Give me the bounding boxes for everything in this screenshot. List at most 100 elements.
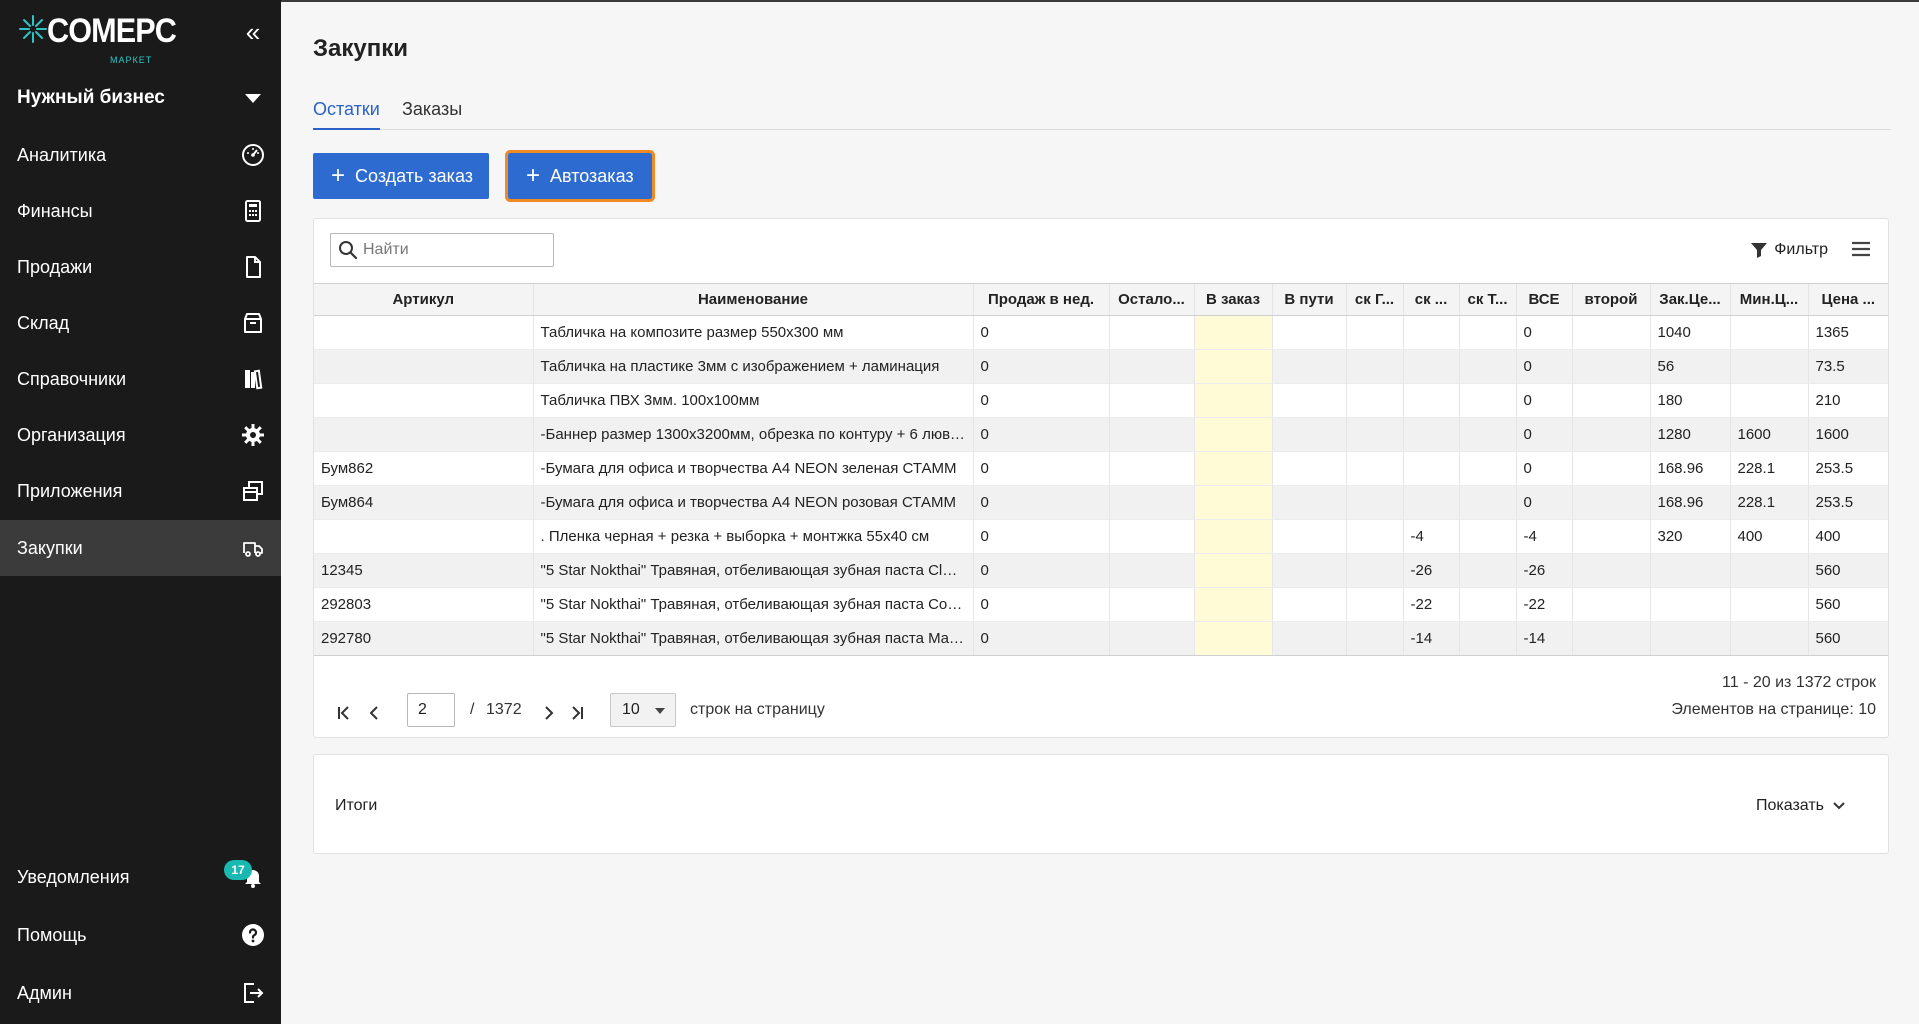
sidebar-item-label: Помощь xyxy=(17,925,87,945)
sidebar-item-purchases[interactable]: Закупки xyxy=(0,520,281,576)
tab-stock[interactable]: Остатки xyxy=(313,96,380,130)
table-cell: -14 xyxy=(1515,621,1572,656)
table-cell: 0 xyxy=(972,417,1109,452)
business-selector[interactable]: Нужный бизнес xyxy=(0,78,281,118)
table-cell xyxy=(1571,349,1650,384)
table-cell xyxy=(1271,587,1346,622)
column-header[interactable]: Остало... xyxy=(1108,283,1194,316)
table-cell xyxy=(1649,621,1730,656)
table-cell: 12345 xyxy=(314,553,533,588)
table-cell xyxy=(1402,383,1459,418)
column-header[interactable]: ск Г... xyxy=(1345,283,1403,316)
sidebar-item-organization[interactable]: Организация xyxy=(0,407,281,463)
table-cell: 56 xyxy=(1649,349,1730,384)
table-cell xyxy=(1108,383,1194,418)
table-row[interactable]: 292803 "5 Star Nokthai" Травяная, отбелив… xyxy=(314,587,1888,622)
column-header[interactable]: Мин.Ц... xyxy=(1729,283,1808,316)
order-qty-cell[interactable] xyxy=(1193,485,1272,520)
column-header[interactable]: Цена ... xyxy=(1807,283,1888,316)
sidebar-item-admin[interactable]: Админ xyxy=(0,965,281,1021)
column-header[interactable]: ск Т... xyxy=(1458,283,1516,316)
table-row[interactable]: -Баннер размер 1300х3200мм, обрезка по к… xyxy=(314,417,1888,452)
table-cell xyxy=(1458,485,1516,520)
order-qty-cell[interactable] xyxy=(1193,315,1272,350)
auto-order-label: Автозаказ xyxy=(550,166,634,186)
logout-icon xyxy=(241,981,265,1005)
create-order-button[interactable]: + Создать заказ xyxy=(313,153,489,199)
table-cell xyxy=(1649,553,1730,588)
main-content: Закупки Остатки Заказы + Создать заказ + А… xyxy=(281,0,1919,1024)
table-cell xyxy=(1571,485,1650,520)
last-page-icon[interactable] xyxy=(567,703,587,723)
table-cell xyxy=(1729,587,1808,622)
logo-star-icon xyxy=(19,15,47,43)
table-cell xyxy=(1108,553,1194,588)
next-page-icon[interactable] xyxy=(539,703,559,723)
columns-menu-icon[interactable] xyxy=(1850,239,1872,259)
sidebar-item-sales[interactable]: Продажи xyxy=(0,239,281,295)
table-cell xyxy=(1729,553,1808,588)
filter-icon xyxy=(1751,243,1768,258)
order-qty-cell[interactable] xyxy=(1193,519,1272,554)
order-qty-cell[interactable] xyxy=(1193,349,1272,384)
order-qty-cell[interactable] xyxy=(1193,383,1272,418)
column-header[interactable]: ВСЕ xyxy=(1515,283,1572,316)
page-number-input[interactable]: 2 xyxy=(407,693,455,727)
order-qty-cell[interactable] xyxy=(1193,553,1272,588)
table-cell xyxy=(1571,383,1650,418)
table-row[interactable]: Табличка на пластике 3мм с изображением … xyxy=(314,349,1888,384)
app-logo[interactable]: COMEPC МАРКЕТ xyxy=(18,12,218,65)
table-header-row: Артикул Наименование Продаж в нед. Остало..… xyxy=(314,283,1888,316)
table-cell xyxy=(1729,349,1808,384)
order-qty-cell[interactable] xyxy=(1193,417,1272,452)
order-qty-cell[interactable] xyxy=(1193,451,1272,486)
filter-button[interactable]: Фильтр xyxy=(1750,239,1828,263)
column-header[interactable]: В пути xyxy=(1271,283,1346,316)
table-cell xyxy=(1458,315,1516,350)
sidebar-item-help[interactable]: Помощь xyxy=(0,907,281,963)
collapse-sidebar-icon[interactable]: « xyxy=(240,19,266,46)
sidebar-item-analytics[interactable]: Аналитика xyxy=(0,127,281,183)
column-header[interactable]: Продаж в нед. xyxy=(972,283,1109,316)
sidebar-item-finance[interactable]: Финансы xyxy=(0,183,281,239)
order-qty-cell[interactable] xyxy=(1193,621,1272,656)
sidebar-item-label: Закупки xyxy=(17,538,83,558)
table-row[interactable]: 292780 "5 Star Nokthai" Травяная, отбелив… xyxy=(314,621,1888,656)
caret-down-icon xyxy=(655,708,665,714)
table-row[interactable]: Бум862 -Бумага для офиса и творчества А4 … xyxy=(314,451,1888,486)
tab-orders[interactable]: Заказы xyxy=(402,96,462,130)
table-cell xyxy=(1345,553,1403,588)
page-size-select[interactable]: 10 xyxy=(610,693,676,727)
box-icon xyxy=(241,311,265,335)
table-cell: "5 Star Nokthai" Травяная, отбеливающая … xyxy=(532,587,973,622)
sidebar-item-warehouse[interactable]: Склад xyxy=(0,295,281,351)
table-row[interactable]: Табличка на композите размер 550х300 мм 0… xyxy=(314,315,1888,350)
auto-order-button[interactable]: + Автозаказ xyxy=(505,150,655,202)
order-qty-cell[interactable] xyxy=(1193,587,1272,622)
sidebar-item-label: Организация xyxy=(17,425,126,445)
column-header[interactable]: Артикул xyxy=(314,283,533,316)
table-cell xyxy=(1345,621,1403,656)
prev-page-icon[interactable] xyxy=(364,703,384,723)
sidebar-item-references[interactable]: Справочники xyxy=(0,351,281,407)
table-row[interactable]: Бум864 -Бумага для офиса и творчества А4 … xyxy=(314,485,1888,520)
table-row[interactable]: . Пленка черная + резка + выборка + монт… xyxy=(314,519,1888,554)
table-cell xyxy=(1571,553,1650,588)
table-row[interactable]: Табличка ПВХ 3мм. 100х100мм 0 0 180 210 xyxy=(314,383,1888,418)
column-header[interactable]: Наименование xyxy=(532,283,973,316)
column-header[interactable]: Зак.Це... xyxy=(1649,283,1730,316)
table-cell xyxy=(1271,315,1346,350)
first-page-icon[interactable] xyxy=(334,703,354,723)
column-header[interactable]: второй xyxy=(1571,283,1650,316)
column-header[interactable]: В заказ xyxy=(1193,283,1272,316)
column-header[interactable]: ск ... xyxy=(1402,283,1459,316)
table-cell: 0 xyxy=(972,315,1109,350)
sidebar-item-apps[interactable]: Приложения xyxy=(0,463,281,519)
table-cell: 0 xyxy=(972,383,1109,418)
page-title: Закупки xyxy=(313,35,409,62)
table-cell xyxy=(1458,519,1516,554)
show-totals-button[interactable]: Показать xyxy=(1756,797,1846,815)
search-input[interactable] xyxy=(363,234,549,266)
table-row[interactable]: 12345 "5 Star Nokthai" Травяная, отбелива… xyxy=(314,553,1888,588)
table-cell: 1600 xyxy=(1729,417,1808,452)
